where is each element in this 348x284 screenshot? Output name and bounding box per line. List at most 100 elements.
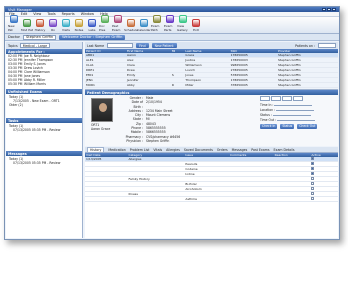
history-reaction <box>273 196 311 202</box>
demographics-header: Patient Demographics <box>85 90 338 95</box>
view-gallery-icon <box>179 15 187 23</box>
toolbar-rx-button[interactable]: Rx <box>47 19 59 32</box>
toolbar-label: Notes <box>74 28 84 32</box>
exit-icon <box>192 19 200 27</box>
toolbar-label: Doc Pres <box>99 24 106 32</box>
minimize-button[interactable] <box>322 8 326 11</box>
tasks-tree: Today (1) 07/13/2005 05:35 PM - Review <box>6 123 82 133</box>
tree-item[interactable]: Older (2) <box>9 103 79 107</box>
tab-saved-documents[interactable]: Saved Documents <box>184 148 213 152</box>
time-out-label: Time Out : <box>260 118 277 122</box>
mod-pat-icon <box>23 19 31 27</box>
tab-allergies[interactable]: Allergies <box>166 148 180 152</box>
toolbar-label: History <box>34 28 46 32</box>
active-checkbox[interactable] <box>311 172 315 175</box>
toolbar-schedule-button[interactable]: Schedule <box>124 19 138 32</box>
active-checkbox[interactable] <box>311 177 315 180</box>
tab-history[interactable]: History <box>87 147 105 152</box>
schedule-icon <box>127 19 135 27</box>
toolbar-history-button[interactable]: History <box>34 19 46 32</box>
active-checkbox[interactable] <box>311 197 315 200</box>
check-in-button[interactable]: Check In <box>260 124 278 129</box>
maximize-button[interactable] <box>327 8 331 11</box>
time-out-field[interactable] <box>277 118 316 121</box>
tree-item[interactable]: 07/13/2005 05:35 PM - Review <box>9 128 79 132</box>
new-patient-button[interactable]: New Patient <box>151 43 177 48</box>
find-button[interactable]: Find <box>136 43 149 48</box>
active-checkbox[interactable] <box>311 182 315 185</box>
tree-item[interactable]: 07/13/2005 05:35 PM - Review <box>9 161 79 165</box>
tab-orders[interactable]: Orders <box>217 148 228 152</box>
active-checkbox[interactable] <box>311 157 315 160</box>
patient-photo <box>91 98 113 122</box>
toolbar-new-pat-button[interactable]: New Pat <box>8 15 20 32</box>
main-panel: Last Name Find New Patient Patients on :… <box>85 42 338 238</box>
appointment-item[interactable]: 05:30 PM William Morris <box>6 82 82 86</box>
toolbar-view-gallery-button[interactable]: View Gallery <box>177 15 189 32</box>
tab-exam-details[interactable]: Exam Details <box>274 148 295 152</box>
toolbar-exit-button[interactable]: Exit <box>190 19 202 32</box>
status-button[interactable]: Status <box>280 124 295 129</box>
active-checkbox[interactable] <box>311 162 315 165</box>
toolbar-label: Visits <box>62 28 70 32</box>
left-panel: Topics Medical - Large Appointments For … <box>6 42 83 238</box>
demographic-row: Date of Birth :2/10/1954 <box>125 100 180 109</box>
appointment-time: 05:30 PM <box>8 82 23 86</box>
history-row[interactable]: Asthma <box>85 196 338 202</box>
demographic-row: Physician : Stephen Griffin <box>125 139 180 143</box>
menu-window[interactable]: Window <box>81 12 94 16</box>
active-checkbox[interactable] <box>311 187 315 190</box>
history-comments <box>229 196 274 202</box>
toolbar-label: Labs <box>88 28 96 32</box>
tab-past-exams[interactable]: Past Exams <box>251 148 269 152</box>
toolbar-labs-button[interactable]: Labs <box>86 19 98 32</box>
visits-icon <box>62 19 70 27</box>
topics-select[interactable]: Medical - Large <box>19 43 51 48</box>
last-name-input[interactable] <box>107 43 134 48</box>
field-label: Physician : <box>126 138 143 143</box>
doctor-select[interactable]: Stephen Griffin <box>23 34 57 40</box>
doc-pres-icon <box>101 15 109 23</box>
status-field[interactable] <box>272 113 311 116</box>
toolbar-visits-button[interactable]: Visits <box>60 19 72 32</box>
check-out-button[interactable]: Check Out <box>297 124 318 129</box>
appointment-name: William Morris <box>24 82 46 86</box>
topics-bar: Topics Medical - Large <box>6 42 82 49</box>
time-box-2[interactable] <box>271 96 281 101</box>
close-button[interactable] <box>332 8 336 11</box>
menu-edit[interactable]: Edit <box>21 12 28 16</box>
patients-date-select[interactable] <box>318 43 336 48</box>
time-box-4[interactable] <box>293 96 303 101</box>
location-field[interactable] <box>276 108 315 111</box>
tab-vitals[interactable]: Vitals <box>153 148 162 152</box>
menu-tools[interactable]: Tools <box>47 12 55 16</box>
appointments-list: 02:00 PM Joe R. Neighbour 02:30 PM Jennifer… <box>6 54 82 86</box>
field-value: 2/10/1954 <box>146 100 162 105</box>
active-checkbox[interactable] <box>311 192 315 195</box>
time-box-1[interactable] <box>260 96 270 101</box>
history-category <box>127 196 185 202</box>
toolbar-past-exam-button[interactable]: Past Exam <box>112 15 124 32</box>
time-in-field[interactable] <box>274 103 313 106</box>
tab-messages[interactable]: Messages <box>232 148 248 152</box>
calendar-icon <box>140 19 148 27</box>
past-exam-icon <box>114 15 122 23</box>
tab-problem-list[interactable]: Problem List <box>130 148 150 152</box>
time-box-3[interactable] <box>282 96 292 101</box>
menu-view[interactable]: View <box>33 12 41 16</box>
history-date <box>85 196 128 202</box>
toolbar-label: Exam Path <box>151 24 160 32</box>
history-panel: Visit Date Category Issue Comments Reaction A… <box>85 153 338 238</box>
toolbar-mod-pat-button[interactable]: Mod Pat <box>21 19 33 32</box>
active-checkbox[interactable] <box>311 167 315 170</box>
toolbar-exam-parts-button[interactable]: Exam Parts <box>164 15 176 32</box>
menu-reports[interactable]: Reports <box>62 12 75 16</box>
toolbar-label: Mod Pat <box>21 28 33 32</box>
toolbar-exam-path-button[interactable]: Exam Path <box>151 15 163 32</box>
toolbar-calendar-button[interactable]: Calendar <box>137 19 151 32</box>
tab-medication[interactable]: Medication <box>108 148 125 152</box>
toolbar-doc-pres-button[interactable]: Doc Pres <box>99 15 111 32</box>
toolbar-notes-button[interactable]: Notes <box>73 19 85 32</box>
time-in-label: Time In : <box>260 103 274 107</box>
toolbar-label: Exam Parts <box>164 24 173 32</box>
